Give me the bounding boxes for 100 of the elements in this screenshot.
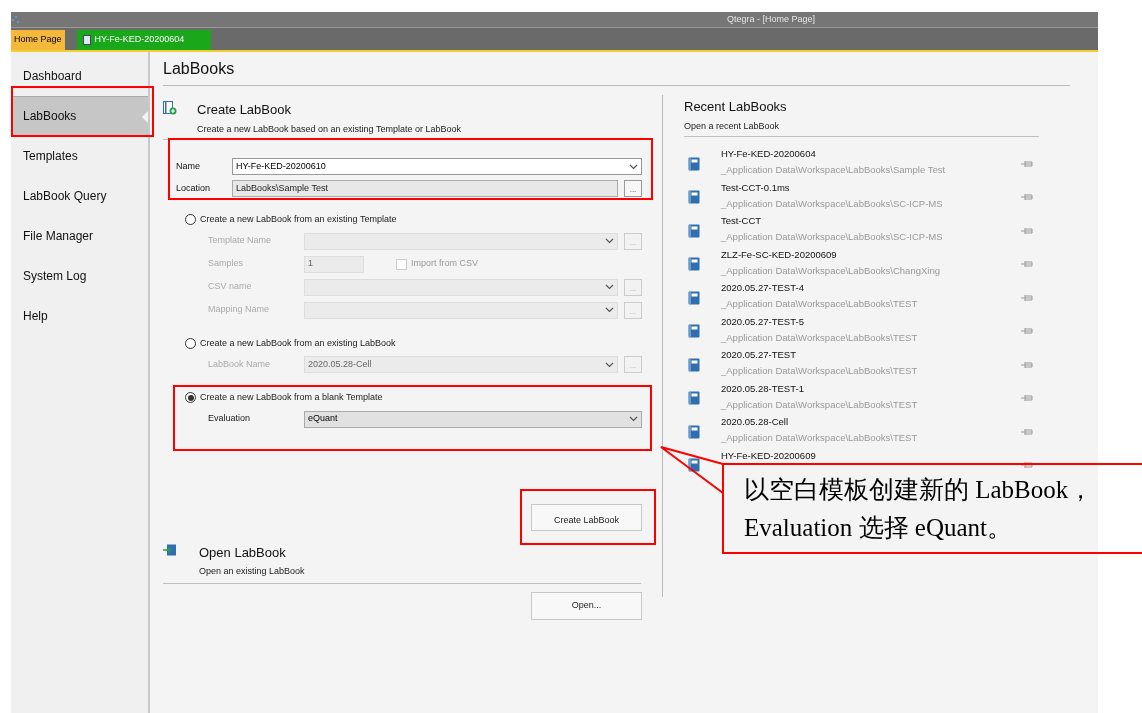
pin-icon[interactable]	[1021, 293, 1033, 302]
name-field[interactable]: HY-Fe-KED-20200610	[232, 158, 642, 175]
chevron-down-icon	[605, 307, 614, 313]
labbook-path: _Application Data\Workspace\LabBooks\SC-ICP-MS	[721, 196, 944, 211]
labbook-name: 2020.05.28-TEST-1	[721, 381, 805, 396]
number-field[interactable]: 1	[304, 255, 364, 273]
sidebar-item[interactable]: System Log	[11, 256, 148, 296]
chevron-down-icon	[605, 284, 614, 290]
labbook-path: _Application Data\Workspace\LabBooks\TEST	[721, 330, 919, 345]
radio-button[interactable]	[185, 214, 196, 226]
window-title: Qtegra - [Home Page]	[727, 12, 816, 26]
recent-labbook-item[interactable]: HY-Fe-KED-20200604 _Application Data\Workspace\LabBooks\Sample Test	[684, 147, 1070, 181]
book-icon	[688, 290, 700, 305]
sidebar-item[interactable]: Dashboard	[11, 56, 148, 96]
labbook-name: Test-CCT-0.1ms	[721, 180, 791, 195]
page-title: LabBooks	[163, 58, 235, 79]
create-labbook-button[interactable]: Create LabBook	[531, 503, 642, 531]
chevron-down-icon	[605, 238, 614, 244]
radio-option[interactable]: Create a new LabBook from an existing LabBook	[185, 336, 653, 350]
radio-button[interactable]	[185, 337, 196, 349]
checkbox[interactable]	[396, 258, 407, 270]
book-icon	[688, 257, 700, 272]
sidebar-item[interactable]: File Manager	[11, 216, 148, 256]
pin-icon[interactable]	[1021, 159, 1033, 168]
add-book-icon	[163, 101, 177, 115]
book-icon	[688, 223, 700, 238]
field-label: Mapping Name	[208, 303, 271, 317]
book-icon	[688, 424, 700, 439]
field-label: Evaluation	[208, 412, 252, 426]
sidebar-item[interactable]: LabBooks	[11, 96, 148, 136]
recent-labbook-item[interactable]: Test-CCT-0.1ms _Application Data\Workspace\LabBooks\SC-ICP-MS	[684, 180, 1070, 214]
chevron-down-icon	[629, 163, 638, 170]
field-label: Samples	[208, 257, 244, 271]
book-icon	[688, 156, 700, 171]
labbook-name: 2020.05.27-TEST-5	[721, 314, 805, 329]
dropdown-field[interactable]: eQuant	[304, 410, 642, 428]
section-title: Recent LabBooks	[684, 98, 788, 116]
open-button[interactable]: Open...	[531, 591, 642, 620]
recent-labbook-item[interactable]: Test-CCT _Application Data\Workspace\LabBooks\SC-ICP-MS	[684, 214, 1070, 248]
field-label: CSV name	[208, 280, 253, 294]
section-subtitle: Open an existing LabBook	[199, 565, 305, 578]
document-icon	[82, 35, 91, 45]
recent-labbook-item[interactable]: ZLZ-Fe-SC-KED-20200609 _Application Data\Workspace\LabBooks\ChangXing	[684, 247, 1070, 281]
radio-option[interactable]: Create a new LabBook from an existing Template	[185, 213, 653, 227]
section-subtitle: Create a new LabBook based on an existing Template or LabBook	[197, 122, 461, 136]
pin-icon[interactable]	[1021, 260, 1033, 269]
chevron-down-icon	[605, 361, 614, 368]
pin-icon[interactable]	[1021, 193, 1033, 202]
recent-labbook-item[interactable]: 2020.05.27-TEST-4 _Application Data\Workspace\LabBooks\TEST	[684, 281, 1070, 315]
section-subtitle: Open a recent LabBook	[684, 119, 781, 133]
pin-icon[interactable]	[1021, 394, 1033, 403]
labbook-name: 2020.05.27-TEST	[721, 348, 797, 362]
dropdown-field[interactable]	[304, 301, 618, 319]
field-label: LabBook Name	[208, 357, 272, 371]
labbook-path: _Application Data\Workspace\LabBooks\TEST	[721, 431, 919, 446]
pin-icon[interactable]	[1021, 327, 1033, 336]
pin-icon[interactable]	[1021, 360, 1033, 369]
book-icon	[688, 391, 700, 406]
book-icon	[688, 458, 700, 473]
sidebar-item[interactable]: Help	[11, 296, 148, 336]
book-icon	[688, 190, 700, 205]
document-tab[interactable]: Home Page	[11, 30, 65, 50]
labbook-path: _Application Data\Workspace\LabBooks\TEST	[721, 397, 919, 412]
labbook-path: _Application Data\Workspace\LabBooks\TEST	[721, 364, 919, 379]
field-label: Template Name	[208, 234, 273, 248]
labbook-path: _Application Data\Workspace\LabBooks\ChangXing	[721, 263, 941, 278]
location-field[interactable]: LabBooks\Sample Test	[232, 180, 618, 197]
sidebar-item[interactable]: LabBook Query	[11, 176, 148, 216]
pin-icon[interactable]	[1021, 461, 1033, 470]
labbook-name: HY-Fe-KED-20200609	[721, 448, 817, 463]
dropdown-field[interactable]	[304, 278, 618, 296]
browse-button[interactable]: ...	[624, 180, 642, 197]
pin-icon[interactable]	[1021, 226, 1033, 235]
recent-labbook-item[interactable]: 2020.05.27-TEST _Application Data\Workspace\LabBooks\TEST	[684, 348, 1070, 382]
section-title: Create LabBook	[197, 101, 292, 119]
labbook-path: _Application Data\Workspace\LabBooks\Sample Test	[721, 163, 947, 178]
recent-labbook-item[interactable]: 2020.05.28-TEST-1 _Application Data\Workspace\LabBooks\TEST	[684, 381, 1070, 415]
dropdown-field[interactable]: 2020.05.28-Cell	[304, 356, 618, 373]
labbook-name: HY-Fe-KED-20200604	[721, 147, 817, 161]
labbook-path: _Application Data\Workspace\LabBooks\SC-ICP-MS	[721, 230, 944, 245]
labbook-name: 2020.05.27-TEST-4	[721, 281, 805, 295]
sidebar-item[interactable]: Templates	[11, 136, 148, 176]
radio-button[interactable]	[185, 392, 196, 404]
field-label: Name	[176, 159, 201, 173]
open-book-icon	[163, 543, 177, 557]
callout-text: 以空白模板创建新的 LabBook，Evaluation 选择 eQuant。	[744, 475, 1095, 543]
section-title: Open LabBook	[199, 543, 287, 562]
labbook-name: Test-CCT	[721, 214, 763, 228]
pin-icon[interactable]	[1021, 427, 1033, 436]
recent-labbook-item[interactable]: 2020.05.27-TEST-5 _Application Data\Workspace\LabBooks\TEST	[684, 314, 1070, 348]
book-icon	[688, 357, 700, 372]
chevron-down-icon	[629, 416, 638, 422]
field-label: Location	[176, 181, 212, 195]
book-icon	[688, 324, 700, 339]
radio-option[interactable]: Create a new LabBook from a blank Template	[185, 391, 653, 405]
dropdown-field[interactable]	[304, 232, 618, 250]
recent-labbook-item[interactable]: 2020.05.28-Cell _Application Data\Workspace\LabBooks\TEST	[684, 415, 1070, 449]
app-icon	[12, 15, 20, 24]
labbook-name: ZLZ-Fe-SC-KED-20200609	[721, 247, 838, 262]
labbook-path: _Application Data\Workspace\LabBooks\TEST	[721, 297, 919, 312]
